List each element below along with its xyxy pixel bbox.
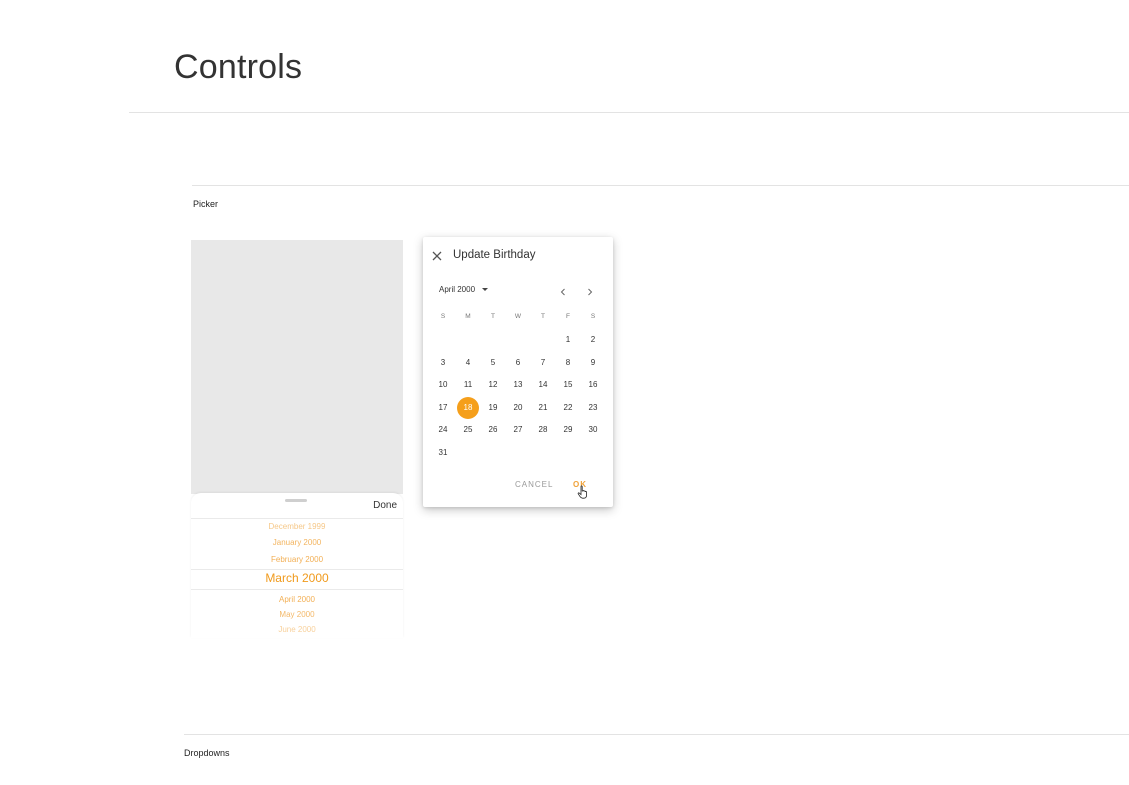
cancel-button[interactable]: CANCEL [515, 480, 553, 489]
date-picker-dialog: Update Birthday April 2000 SMTWTFS 12345… [423, 237, 613, 507]
calendar-day[interactable]: 15 [557, 374, 579, 396]
calendar-day[interactable]: 14 [532, 374, 554, 396]
calendar-day[interactable]: 6 [507, 352, 529, 374]
weekday-label: W [514, 313, 522, 320]
sheet-header-divider [191, 518, 403, 519]
wheel-item[interactable]: February 2000 [191, 555, 403, 564]
calendar-day[interactable]: 26 [482, 419, 504, 441]
calendar-day[interactable]: 3 [432, 352, 454, 374]
wheel-item[interactable]: May 2000 [191, 610, 403, 619]
calendar-day[interactable]: 28 [532, 419, 554, 441]
ios-month-picker: Done December 1999 January 2000 February… [191, 240, 403, 638]
done-button[interactable]: Done [373, 500, 397, 511]
calendar-day[interactable]: 1 [557, 329, 579, 351]
selection-top-line [191, 569, 403, 570]
month-year-label: April 2000 [439, 285, 476, 294]
calendar-day[interactable]: 17 [432, 397, 454, 419]
calendar-day[interactable]: 5 [482, 352, 504, 374]
wheel-item[interactable]: June 2000 [191, 625, 403, 634]
calendar-day[interactable]: 27 [507, 419, 529, 441]
sheet-drag-handle[interactable] [285, 499, 307, 502]
weekday-label: M [465, 313, 471, 320]
weekday-label: T [491, 313, 495, 320]
weekday-label: S [440, 313, 446, 320]
calendar-day[interactable]: 12 [482, 374, 504, 396]
calendar-day[interactable]: 30 [582, 419, 604, 441]
hand-cursor-icon [577, 485, 589, 499]
calendar-day[interactable]: 2 [582, 329, 604, 351]
calendar-day[interactable]: 9 [582, 352, 604, 374]
wheel-item[interactable]: January 2000 [191, 538, 403, 547]
wheel-item[interactable]: December 1999 [191, 522, 403, 531]
calendar-day[interactable]: 7 [532, 352, 554, 374]
header-divider [129, 112, 1129, 113]
calendar-day[interactable]: 8 [557, 352, 579, 374]
dialog-title: Update Birthday [453, 249, 536, 261]
page-title: Controls [174, 48, 303, 86]
dropdowns-section-divider [184, 734, 1129, 735]
selection-bottom-line [191, 589, 403, 590]
calendar-day[interactable]: 19 [482, 397, 504, 419]
calendar-day[interactable]: 31 [432, 442, 454, 464]
picker-section-label: Picker [193, 199, 219, 209]
dropdowns-section-label: Dropdowns [184, 748, 230, 758]
close-icon[interactable] [431, 249, 443, 261]
picker-bottom-sheet: Done December 1999 January 2000 February… [191, 493, 403, 638]
chevron-left-icon[interactable] [558, 284, 568, 296]
weekday-label: F [566, 313, 570, 320]
weekday-label: T [541, 313, 545, 320]
calendar-day[interactable]: 25 [457, 419, 479, 441]
calendar-day[interactable]: 24 [432, 419, 454, 441]
weekday-label: S [590, 313, 596, 320]
calendar-day[interactable]: 20 [507, 397, 529, 419]
chevron-right-icon[interactable] [585, 284, 595, 296]
calendar-day[interactable]: 22 [557, 397, 579, 419]
calendar-day[interactable]: 16 [582, 374, 604, 396]
wheel-item-selected[interactable]: March 2000 [191, 571, 403, 585]
calendar-day[interactable]: 21 [532, 397, 554, 419]
calendar-day[interactable]: 4 [457, 352, 479, 374]
calendar-day[interactable]: 13 [507, 374, 529, 396]
picker-preview-area [191, 240, 403, 494]
calendar-day[interactable]: 11 [457, 374, 479, 396]
calendar-day[interactable]: 29 [557, 419, 579, 441]
wheel-item[interactable]: April 2000 [191, 595, 403, 604]
picker-section-divider [192, 185, 1129, 186]
calendar-day[interactable]: 10 [432, 374, 454, 396]
calendar-day[interactable]: 23 [582, 397, 604, 419]
calendar-day-selected[interactable]: 18 [457, 396, 479, 419]
month-year-dropdown[interactable]: April 2000 [439, 285, 489, 294]
caret-down-icon [482, 288, 489, 291]
